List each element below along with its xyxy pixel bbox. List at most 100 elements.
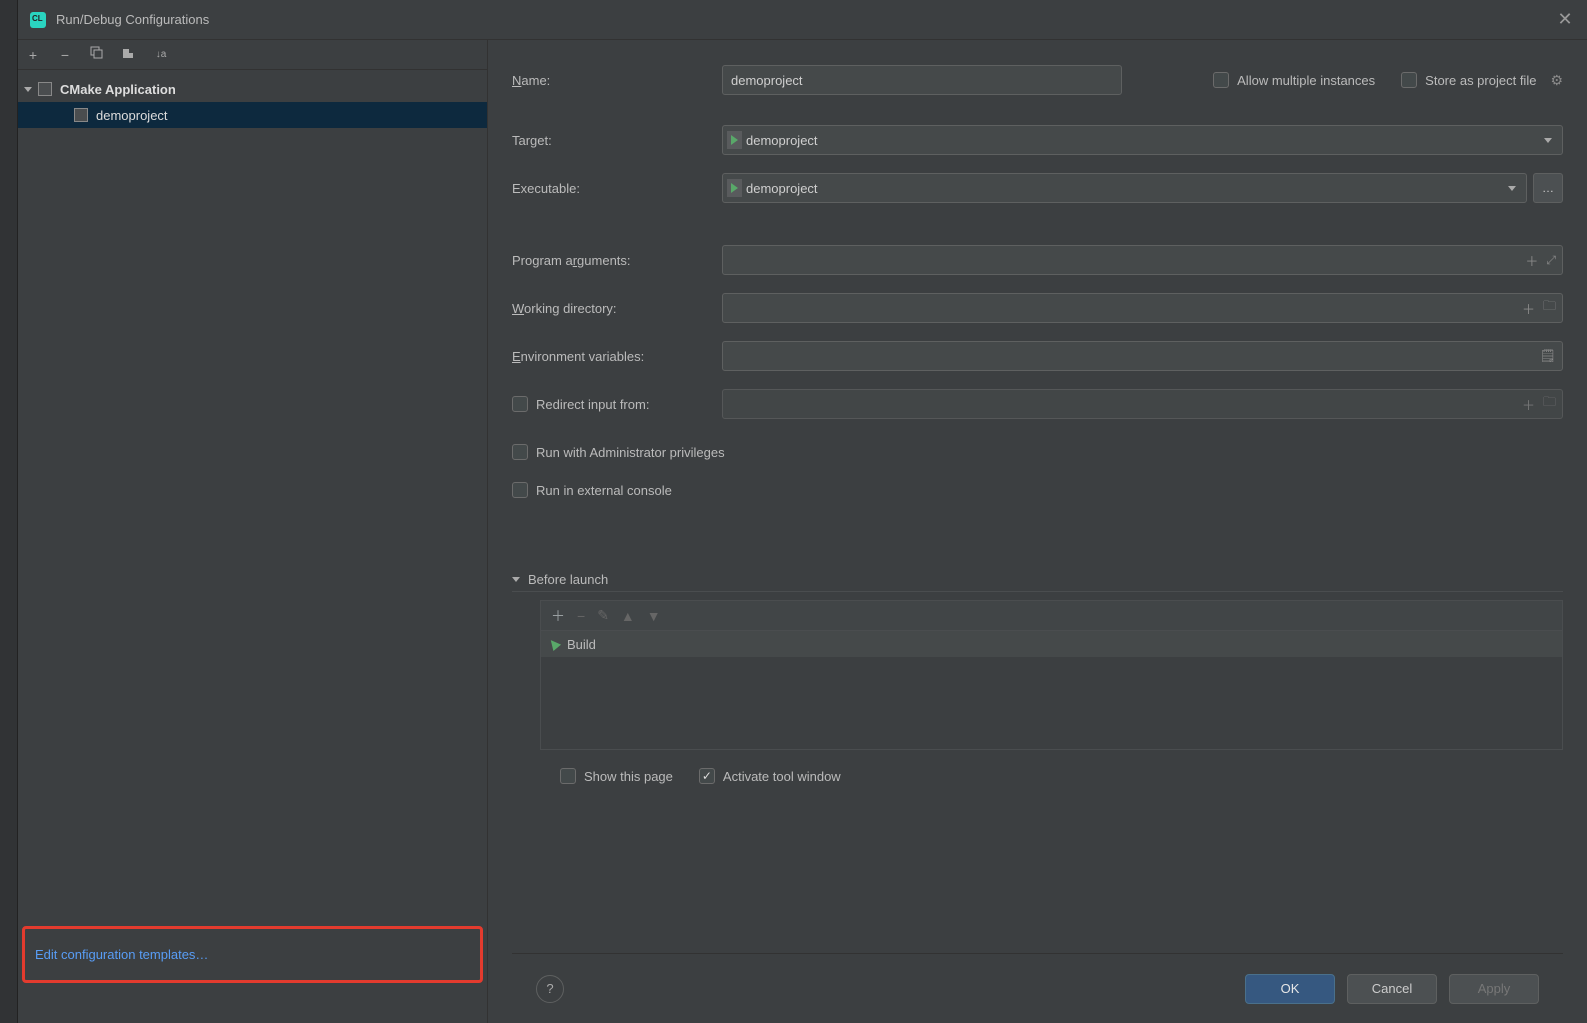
sidebar: + − ↓a CMake Application demopro bbox=[18, 40, 488, 1023]
redirect-input[interactable]: ＋ 🗀 bbox=[722, 389, 1563, 419]
checkbox-box bbox=[1213, 72, 1229, 88]
edit-templates-link[interactable]: Edit configuration templates… bbox=[22, 926, 483, 983]
checkbox-box bbox=[512, 396, 528, 412]
apply-button[interactable]: Apply bbox=[1449, 974, 1539, 1004]
redirect-checkbox[interactable]: Redirect input from: bbox=[512, 396, 722, 412]
target-label: Target: bbox=[512, 133, 722, 148]
add-config-button[interactable]: + bbox=[24, 47, 42, 63]
tree-group-label: CMake Application bbox=[60, 82, 176, 97]
tree-item-label: demoproject bbox=[96, 108, 168, 123]
row-args: Program arguments: ＋ ⤢ bbox=[512, 244, 1563, 276]
tree-item-demoproject[interactable]: demoproject bbox=[18, 102, 487, 128]
admin-checkbox[interactable]: Run with Administrator privileges bbox=[512, 444, 725, 460]
checkbox-box bbox=[699, 768, 715, 784]
allow-multiple-label: Allow multiple instances bbox=[1237, 73, 1375, 88]
show-this-page-checkbox[interactable]: Show this page bbox=[560, 768, 673, 784]
ok-button[interactable]: OK bbox=[1245, 974, 1335, 1004]
build-label: Build bbox=[567, 637, 596, 652]
folder-icon[interactable]: 🗀 bbox=[1543, 297, 1556, 319]
edit-templates-label: Edit configuration templates… bbox=[35, 947, 208, 962]
row-name: Name: demoproject Allow multiple instanc… bbox=[512, 64, 1563, 96]
cmake-icon bbox=[74, 108, 88, 122]
redirect-label: Redirect input from: bbox=[536, 397, 649, 412]
titlebar: Run/Debug Configurations ✕ bbox=[18, 0, 1587, 40]
activate-tool-label: Activate tool window bbox=[723, 769, 841, 784]
move-down-button[interactable]: ▼ bbox=[647, 608, 661, 624]
show-this-page-label: Show this page bbox=[584, 769, 673, 784]
extconsole-checkbox[interactable]: Run in external console bbox=[512, 482, 672, 498]
name-label: Name: bbox=[512, 73, 722, 88]
chevron-down-icon bbox=[1544, 138, 1552, 143]
args-label: Program arguments: bbox=[512, 253, 722, 268]
dialog-footer: ? OK Cancel Apply bbox=[512, 953, 1563, 1023]
copy-config-button[interactable] bbox=[88, 46, 106, 63]
folder-icon[interactable]: 🗀 bbox=[1543, 393, 1556, 415]
activate-tool-checkbox[interactable]: Activate tool window bbox=[699, 768, 841, 784]
chevron-down-icon bbox=[24, 87, 32, 92]
before-launch-header[interactable]: Before launch bbox=[512, 572, 1563, 592]
checkbox-box bbox=[560, 768, 576, 784]
cmake-icon bbox=[38, 82, 52, 96]
name-input[interactable]: demoproject bbox=[722, 65, 1122, 95]
row-extconsole: Run in external console bbox=[512, 474, 1563, 506]
checkbox-box bbox=[1401, 72, 1417, 88]
remove-task-button[interactable]: − bbox=[577, 608, 585, 624]
cancel-button[interactable]: Cancel bbox=[1347, 974, 1437, 1004]
before-launch-bottom-checks: Show this page Activate tool window bbox=[560, 768, 1563, 784]
chevron-down-icon bbox=[512, 577, 520, 582]
save-config-button[interactable] bbox=[120, 46, 138, 63]
editor-gutter bbox=[0, 0, 18, 1023]
dialog-body: + − ↓a CMake Application demopro bbox=[18, 40, 1587, 1023]
exe-icon bbox=[731, 183, 738, 193]
tree-group-cmake[interactable]: CMake Application bbox=[18, 76, 487, 102]
help-button[interactable]: ? bbox=[536, 975, 564, 1003]
env-label: Environment variables: bbox=[512, 349, 722, 364]
row-executable: Executable: demoproject … bbox=[512, 172, 1563, 204]
wd-label: Working directory: bbox=[512, 301, 722, 316]
config-tree: CMake Application demoproject bbox=[18, 70, 487, 926]
add-task-button[interactable]: ＋ bbox=[551, 606, 565, 626]
gear-icon[interactable]: ⚙ bbox=[1550, 72, 1563, 89]
list-icon[interactable]: 🗒 bbox=[1539, 348, 1556, 364]
close-icon[interactable]: ✕ bbox=[1555, 9, 1575, 30]
checkbox-box bbox=[512, 482, 528, 498]
before-launch-toolbar: ＋ − ✎ ▲ ▼ bbox=[540, 600, 1563, 630]
hammer-icon bbox=[547, 637, 561, 651]
checkbox-box bbox=[512, 444, 528, 460]
main-panel: Name: demoproject Allow multiple instanc… bbox=[488, 40, 1587, 1023]
sort-alpha-button[interactable]: ↓a bbox=[152, 49, 170, 60]
extconsole-label: Run in external console bbox=[536, 483, 672, 498]
args-input[interactable]: ＋ ⤢ bbox=[722, 245, 1563, 275]
env-input[interactable]: 🗒 bbox=[722, 341, 1563, 371]
executable-value: demoproject bbox=[746, 181, 818, 196]
expand-icon[interactable]: ⤢ bbox=[1546, 253, 1556, 268]
row-admin: Run with Administrator privileges bbox=[512, 436, 1563, 468]
chevron-down-icon bbox=[1508, 186, 1516, 191]
wd-input[interactable]: ＋ 🗀 bbox=[722, 293, 1563, 323]
executable-combo[interactable]: demoproject bbox=[722, 173, 1527, 203]
executable-label: Executable: bbox=[512, 181, 722, 196]
target-combo[interactable]: demoproject bbox=[722, 125, 1563, 155]
target-value: demoproject bbox=[746, 133, 818, 148]
store-as-file-label: Store as project file bbox=[1425, 73, 1536, 88]
store-as-file-checkbox[interactable]: Store as project file ⚙ bbox=[1401, 72, 1563, 89]
plus-icon[interactable]: ＋ bbox=[1522, 395, 1535, 414]
before-launch-item-build[interactable]: Build bbox=[541, 631, 1562, 657]
dialog-title: Run/Debug Configurations bbox=[56, 12, 209, 27]
before-launch-list: Build bbox=[540, 630, 1563, 750]
plus-icon[interactable]: ＋ bbox=[1522, 299, 1535, 318]
edit-task-button[interactable]: ✎ bbox=[597, 607, 609, 624]
sidebar-toolbar: + − ↓a bbox=[18, 40, 487, 70]
top-checks: Allow multiple instances Store as projec… bbox=[1213, 72, 1563, 89]
target-icon bbox=[731, 135, 738, 145]
browse-exe-button[interactable]: … bbox=[1533, 173, 1563, 203]
before-launch-section: Before launch ＋ − ✎ ▲ ▼ Build bbox=[512, 572, 1563, 784]
plus-icon[interactable]: ＋ bbox=[1525, 251, 1538, 270]
admin-label: Run with Administrator privileges bbox=[536, 445, 725, 460]
row-env: Environment variables: 🗒 bbox=[512, 340, 1563, 372]
remove-config-button[interactable]: − bbox=[56, 47, 74, 63]
move-up-button[interactable]: ▲ bbox=[621, 608, 635, 624]
row-redirect: Redirect input from: ＋ 🗀 bbox=[512, 388, 1563, 420]
clion-icon bbox=[30, 12, 46, 28]
allow-multiple-checkbox[interactable]: Allow multiple instances bbox=[1213, 72, 1375, 88]
